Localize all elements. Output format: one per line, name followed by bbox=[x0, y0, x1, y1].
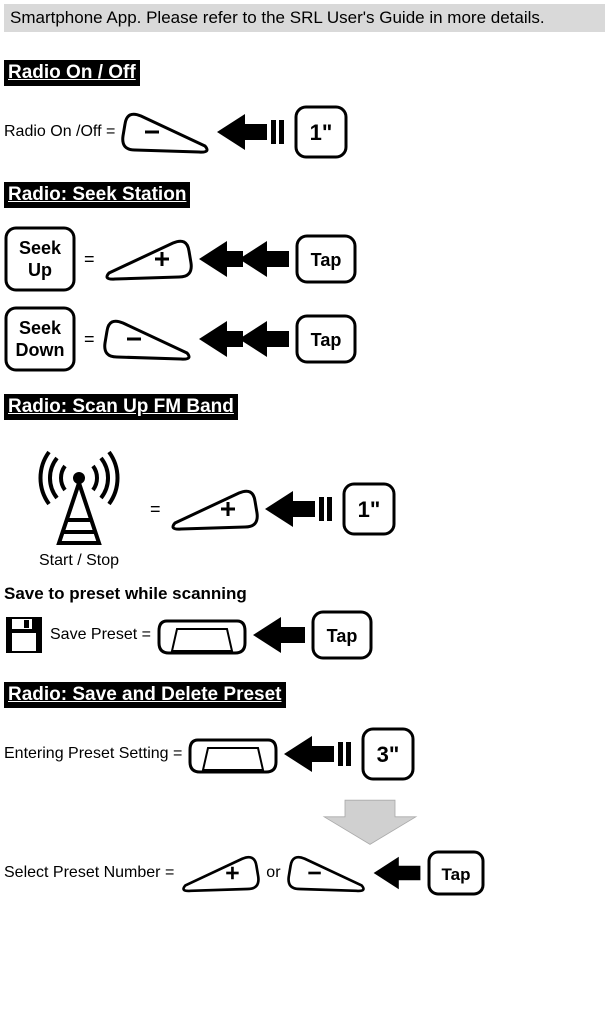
plus-button-icon bbox=[103, 237, 193, 281]
header-preset: Radio: Save and Delete Preset bbox=[4, 682, 286, 708]
tap-key-icon: Tap bbox=[295, 234, 357, 284]
hold-arrow-icon bbox=[284, 734, 354, 774]
svg-text:Tap: Tap bbox=[441, 865, 470, 884]
floppy-icon bbox=[4, 615, 44, 655]
svg-text:Up: Up bbox=[28, 260, 52, 280]
equals: = bbox=[150, 499, 161, 520]
equals: = bbox=[84, 249, 95, 270]
minus-button-icon bbox=[121, 110, 211, 154]
down-arrow-icon bbox=[310, 796, 430, 846]
double-arrow-icon bbox=[199, 319, 289, 359]
row-enter-preset: Entering Preset Setting = 3" bbox=[4, 726, 605, 782]
seek-down-box-icon: Seek Down bbox=[4, 306, 76, 372]
hold-arrow-icon bbox=[265, 489, 335, 529]
duration-key-icon: 1" bbox=[293, 104, 349, 160]
minus-button-icon bbox=[287, 853, 367, 893]
svg-text:3": 3" bbox=[377, 742, 400, 767]
svg-text:Seek: Seek bbox=[19, 318, 62, 338]
tap-key-icon: Tap bbox=[311, 610, 373, 660]
label-select-preset: Select Preset Number = bbox=[4, 864, 174, 882]
plus-button-icon bbox=[169, 487, 259, 531]
duration-key-icon: 1" bbox=[341, 481, 397, 537]
scan-caption: Start / Stop bbox=[39, 552, 119, 570]
svg-text:Down: Down bbox=[16, 340, 65, 360]
hold-arrow-icon bbox=[217, 112, 287, 152]
tap-key-icon: Tap bbox=[427, 850, 485, 896]
subhead-save-preset: Save to preset while scanning bbox=[4, 584, 605, 604]
row-radio-on-off: Radio On /Off = 1" bbox=[4, 104, 605, 160]
svg-text:Seek: Seek bbox=[19, 238, 62, 258]
svg-text:Tap: Tap bbox=[310, 330, 341, 350]
row-select-preset: Select Preset Number = or Tap bbox=[4, 850, 605, 896]
double-arrow-icon bbox=[199, 239, 289, 279]
tap-arrow-icon bbox=[253, 615, 305, 655]
svg-text:1": 1" bbox=[357, 497, 380, 522]
seek-up-box-icon: Seek Up bbox=[4, 226, 76, 292]
duration-text: 1" bbox=[310, 120, 333, 145]
row-seek-up: Seek Up = Tap bbox=[4, 226, 605, 292]
minus-button-icon bbox=[103, 317, 193, 361]
center-button-icon bbox=[188, 732, 278, 776]
duration-key-icon: 3" bbox=[360, 726, 416, 782]
label-radio-on-off: Radio On /Off = bbox=[4, 123, 115, 141]
or-text: or bbox=[266, 864, 280, 882]
label-save-preset: Save Preset = bbox=[50, 626, 151, 644]
header-seek: Radio: Seek Station bbox=[4, 182, 190, 208]
antenna-icon bbox=[24, 448, 134, 548]
equals: = bbox=[84, 329, 95, 350]
tap-arrow-icon bbox=[373, 855, 421, 891]
top-note: Smartphone App. Please refer to the SRL … bbox=[4, 4, 605, 32]
label-enter-preset: Entering Preset Setting = bbox=[4, 745, 182, 763]
row-save-preset: Save Preset = Tap bbox=[4, 610, 605, 660]
row-scan: Start / Stop = 1" bbox=[4, 448, 605, 570]
svg-text:Tap: Tap bbox=[310, 250, 341, 270]
header-scan: Radio: Scan Up FM Band bbox=[4, 394, 238, 420]
row-seek-down: Seek Down = Tap bbox=[4, 306, 605, 372]
down-arrow-block bbox=[134, 796, 605, 846]
header-radio-on-off: Radio On / Off bbox=[4, 60, 140, 86]
svg-text:Tap: Tap bbox=[327, 626, 358, 646]
plus-button-icon bbox=[180, 853, 260, 893]
tap-key-icon: Tap bbox=[295, 314, 357, 364]
center-button-icon bbox=[157, 613, 247, 657]
